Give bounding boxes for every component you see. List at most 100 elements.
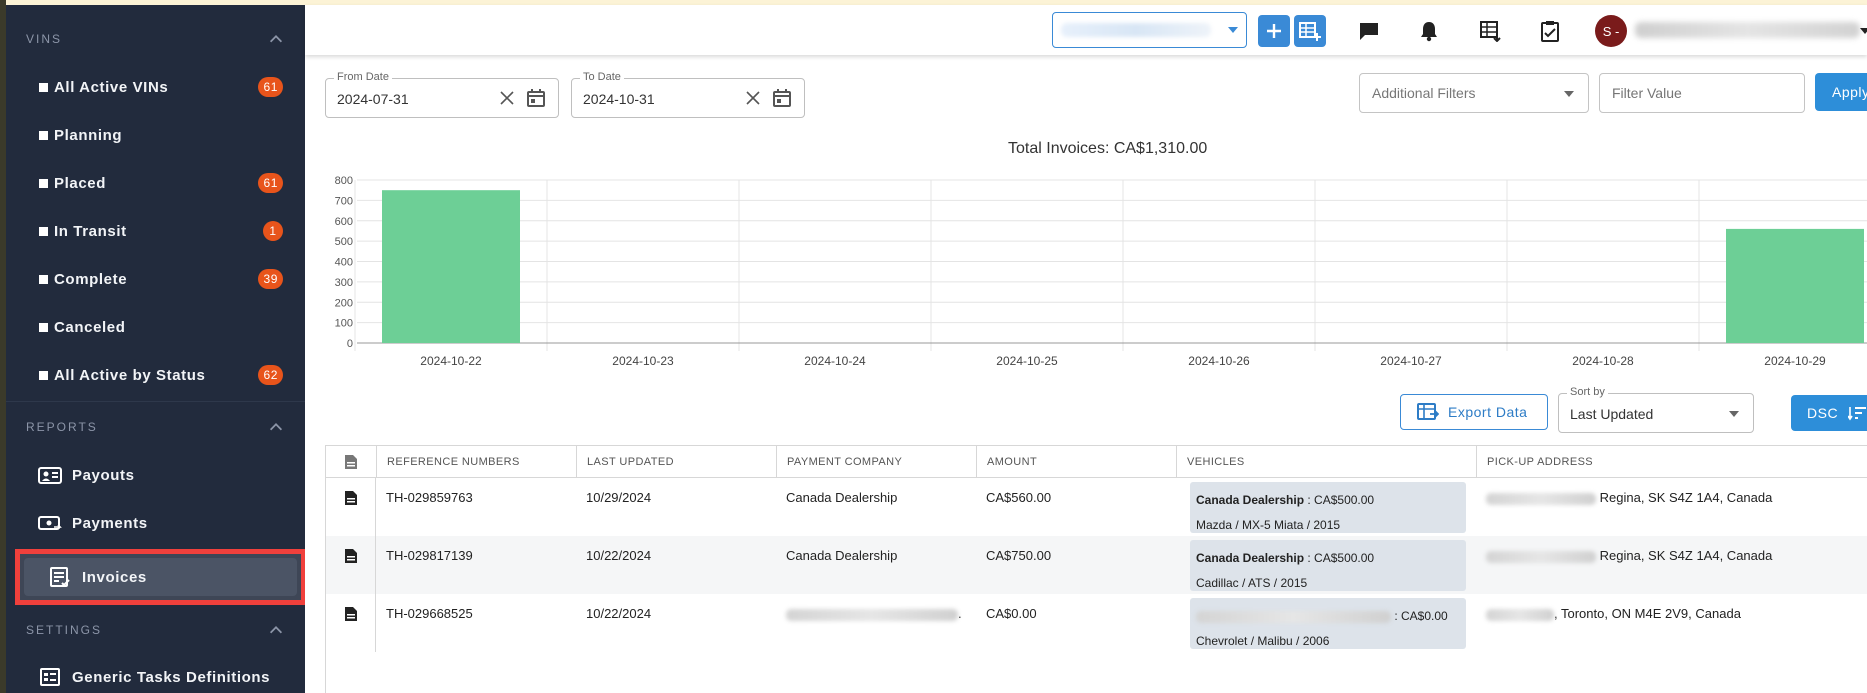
pickup-address-cell: Regina, SK S4Z 1A4, Canada <box>1476 478 1772 505</box>
company-selector[interactable] <box>1052 12 1247 48</box>
payment-company: Canada Dealership <box>786 548 898 563</box>
column-header-payment-company[interactable]: PAYMENT COMPANY <box>776 446 976 478</box>
export-data-label: Export Data <box>1448 404 1528 420</box>
additional-filters-placeholder: Additional Filters <box>1372 85 1476 101</box>
reference-number: TH-029817139 <box>386 548 473 563</box>
table-download-button[interactable] <box>1475 16 1505 46</box>
calendar-icon[interactable] <box>526 88 546 108</box>
sidebar-item-invoices[interactable]: Invoices <box>15 549 305 605</box>
table-header: REFERENCE NUMBERS LAST UPDATED PAYMENT C… <box>326 446 1867 478</box>
chevron-up-icon[interactable] <box>267 418 285 436</box>
table-row[interactable]: TH-029817139 10/22/2024 Canada Dealershi… <box>326 536 1867 594</box>
row-document-cell[interactable] <box>326 536 376 594</box>
sidebar-item-planning[interactable]: Planning <box>6 111 305 159</box>
additional-filters-select[interactable]: Additional Filters <box>1359 73 1589 113</box>
column-header-amount[interactable]: AMOUNT <box>976 446 1176 478</box>
document-icon[interactable] <box>344 490 358 506</box>
count-badge: 1 <box>263 221 283 241</box>
y-tick-label: 200 <box>335 297 353 309</box>
notifications-button[interactable] <box>1414 16 1444 46</box>
to-date-value[interactable]: 2024-10-31 <box>583 91 655 107</box>
clear-icon[interactable] <box>744 89 762 107</box>
add-table-button[interactable] <box>1294 15 1326 47</box>
sort-order-button[interactable]: DSC <box>1791 395 1867 431</box>
export-data-button[interactable]: Export Data <box>1400 394 1548 430</box>
vehicle-card: Canada Dealership : CA$500.00 Cadillac /… <box>1190 540 1466 591</box>
sort-by-value: Last Updated <box>1570 406 1654 422</box>
vehicle-description: Mazda / MX-5 Miata / 2015 <box>1196 518 1341 532</box>
document-icon <box>345 455 357 469</box>
sidebar-item-label: All Active by Status <box>54 366 206 384</box>
x-tick-label: 2024-10-23 <box>612 354 674 368</box>
filter-value-input[interactable] <box>1599 73 1805 113</box>
sidebar-item-complete[interactable]: Complete 39 <box>6 255 305 303</box>
x-tick-label: 2024-10-26 <box>1188 354 1250 368</box>
sidebar-item-all-active-vins[interactable]: All Active VINs 61 <box>6 63 305 111</box>
y-tick-label: 800 <box>335 175 353 187</box>
payment-company-cell: . <box>776 594 962 621</box>
y-tick-label: 400 <box>335 257 353 269</box>
count-badge: 61 <box>258 173 283 193</box>
add-button[interactable] <box>1258 15 1290 47</box>
sidebar-item-in-transit[interactable]: In Transit 1 <box>6 207 305 255</box>
from-date-field[interactable]: From Date 2024-07-31 <box>325 71 559 118</box>
sidebar-item-generic-tasks-definitions[interactable]: Generic Tasks Definitions <box>6 653 305 693</box>
apply-button[interactable]: Apply <box>1815 73 1867 111</box>
vins-section-header[interactable]: VINS <box>6 5 305 63</box>
clear-icon[interactable] <box>498 89 516 107</box>
table-row[interactable]: TH-029859763 10/29/2024 Canada Dealershi… <box>326 478 1867 536</box>
sidebar-item-label: All Active VINs <box>54 78 169 96</box>
settings-section-header[interactable]: SETTINGS <box>6 607 305 653</box>
redacted-vehicle-company <box>1196 610 1391 623</box>
column-header-vehicles[interactable]: VEHICLES <box>1176 446 1476 478</box>
tasks-button[interactable] <box>1535 16 1565 46</box>
sidebar-item-placed[interactable]: Placed 61 <box>6 159 305 207</box>
table-download-icon <box>1480 21 1501 42</box>
sidebar-item-payments[interactable]: Payments <box>6 499 305 547</box>
sidebar-item-label: Payouts <box>72 466 135 484</box>
user-name-redacted[interactable] <box>1635 22 1860 38</box>
sidebar-item-all-active-by-status[interactable]: All Active by Status 62 <box>6 351 305 399</box>
row-document-cell[interactable] <box>326 594 376 652</box>
column-header-reference[interactable]: REFERENCE NUMBERS <box>376 446 576 478</box>
table-row[interactable]: TH-029668525 10/22/2024 . CA$0.00 : CA$0… <box>326 594 1867 652</box>
last-updated: 10/22/2024 <box>586 606 652 621</box>
caret-down-icon[interactable] <box>1860 28 1867 34</box>
company-name-redacted <box>1061 23 1211 37</box>
column-header-last-updated[interactable]: LAST UPDATED <box>576 446 776 478</box>
x-tick-label: 2024-10-25 <box>996 354 1058 368</box>
chevron-up-icon[interactable] <box>267 621 285 639</box>
calendar-icon[interactable] <box>772 88 792 108</box>
from-date-value[interactable]: 2024-07-31 <box>337 91 409 107</box>
y-tick-label: 300 <box>335 277 353 289</box>
chat-icon <box>1360 23 1378 40</box>
pickup-address: Regina, SK S4Z 1A4, Canada <box>1599 490 1773 505</box>
avatar[interactable]: S - <box>1595 15 1627 47</box>
sort-order-label: DSC <box>1807 405 1839 421</box>
x-tick-label: 2024-10-28 <box>1572 354 1634 368</box>
sidebar-item-payouts[interactable]: Payouts <box>6 451 305 499</box>
sort-by-select[interactable]: Sort by Last Updated <box>1558 386 1754 433</box>
bullet-icon <box>39 274 48 284</box>
chevron-up-icon[interactable] <box>267 30 285 48</box>
messages-button[interactable] <box>1354 16 1384 46</box>
vins-heading: VINS <box>26 32 63 46</box>
row-document-cell[interactable] <box>326 478 376 536</box>
count-badge: 62 <box>258 365 283 385</box>
y-tick-label: 500 <box>335 236 353 248</box>
sidebar-item-label: Canceled <box>54 318 126 336</box>
reports-section-header[interactable]: REPORTS <box>6 401 305 451</box>
from-date-label: From Date <box>334 71 392 83</box>
pickup-address: , Toronto, ON M4E 2V9, Canada <box>1554 606 1741 621</box>
task-definitions-icon <box>38 666 62 688</box>
bullet-icon <box>39 370 48 380</box>
payouts-icon <box>38 464 62 486</box>
to-date-field[interactable]: To Date 2024-10-31 <box>571 71 805 118</box>
sidebar-item-canceled[interactable]: Canceled <box>6 303 305 351</box>
column-header-pickup-address[interactable]: PICK-UP ADDRESS <box>1476 446 1867 478</box>
document-icon[interactable] <box>344 606 358 622</box>
document-icon[interactable] <box>344 548 358 564</box>
payment-company: . <box>958 606 962 621</box>
clipboard-check-icon <box>1541 21 1559 42</box>
doc-column-header[interactable] <box>326 446 376 478</box>
